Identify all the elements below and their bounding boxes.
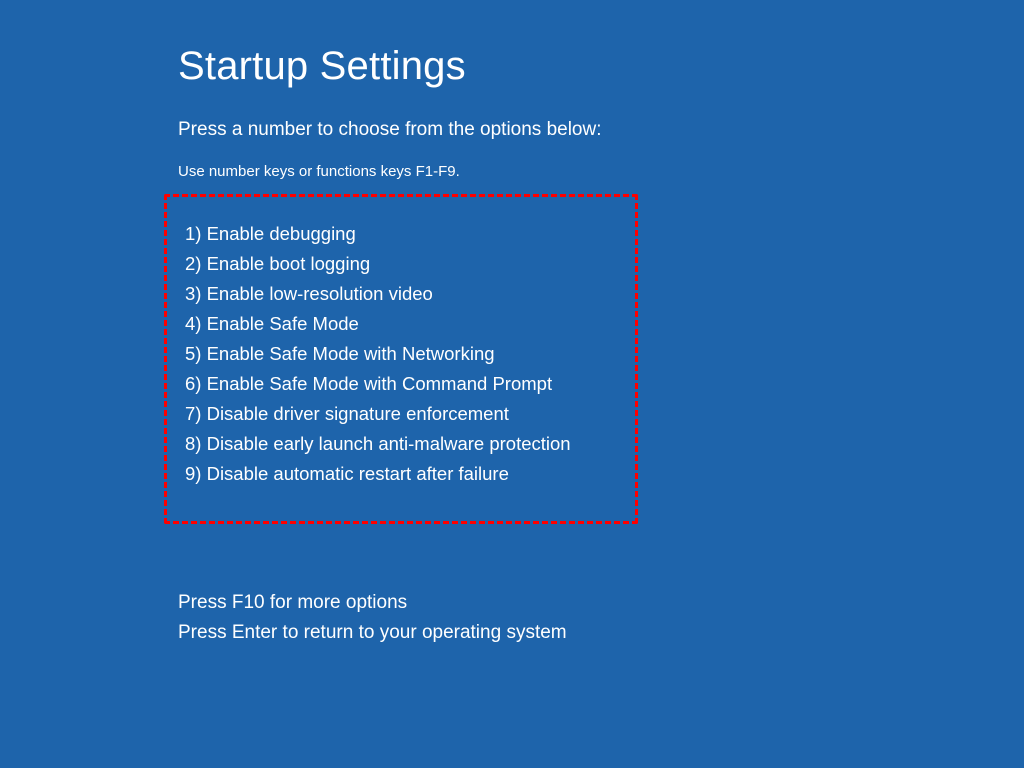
- page-subtitle: Press a number to choose from the option…: [178, 119, 602, 141]
- footer-return: Press Enter to return to your operating …: [178, 618, 567, 648]
- option-7-disable-driver-signature[interactable]: 7) Disable driver signature enforcement: [185, 399, 617, 429]
- footer-more-options: Press F10 for more options: [178, 588, 567, 618]
- option-2-enable-boot-logging[interactable]: 2) Enable boot logging: [185, 249, 617, 279]
- option-5-enable-safe-mode-networking[interactable]: 5) Enable Safe Mode with Networking: [185, 339, 617, 369]
- options-highlight-box: 1) Enable debugging 2) Enable boot loggi…: [164, 194, 638, 524]
- page-title: Startup Settings: [178, 44, 466, 89]
- key-hint: Use number keys or functions keys F1-F9.: [178, 163, 460, 180]
- option-8-disable-early-launch-antimalware[interactable]: 8) Disable early launch anti-malware pro…: [185, 429, 617, 459]
- option-3-enable-low-resolution-video[interactable]: 3) Enable low-resolution video: [185, 279, 617, 309]
- startup-settings-screen: Startup Settings Press a number to choos…: [0, 0, 1024, 768]
- option-6-enable-safe-mode-command-prompt[interactable]: 6) Enable Safe Mode with Command Prompt: [185, 369, 617, 399]
- option-1-enable-debugging[interactable]: 1) Enable debugging: [185, 219, 617, 249]
- startup-options-list: 1) Enable debugging 2) Enable boot loggi…: [185, 219, 617, 489]
- footer-instructions: Press F10 for more options Press Enter t…: [178, 588, 567, 648]
- option-4-enable-safe-mode[interactable]: 4) Enable Safe Mode: [185, 309, 617, 339]
- option-9-disable-automatic-restart[interactable]: 9) Disable automatic restart after failu…: [185, 459, 617, 489]
